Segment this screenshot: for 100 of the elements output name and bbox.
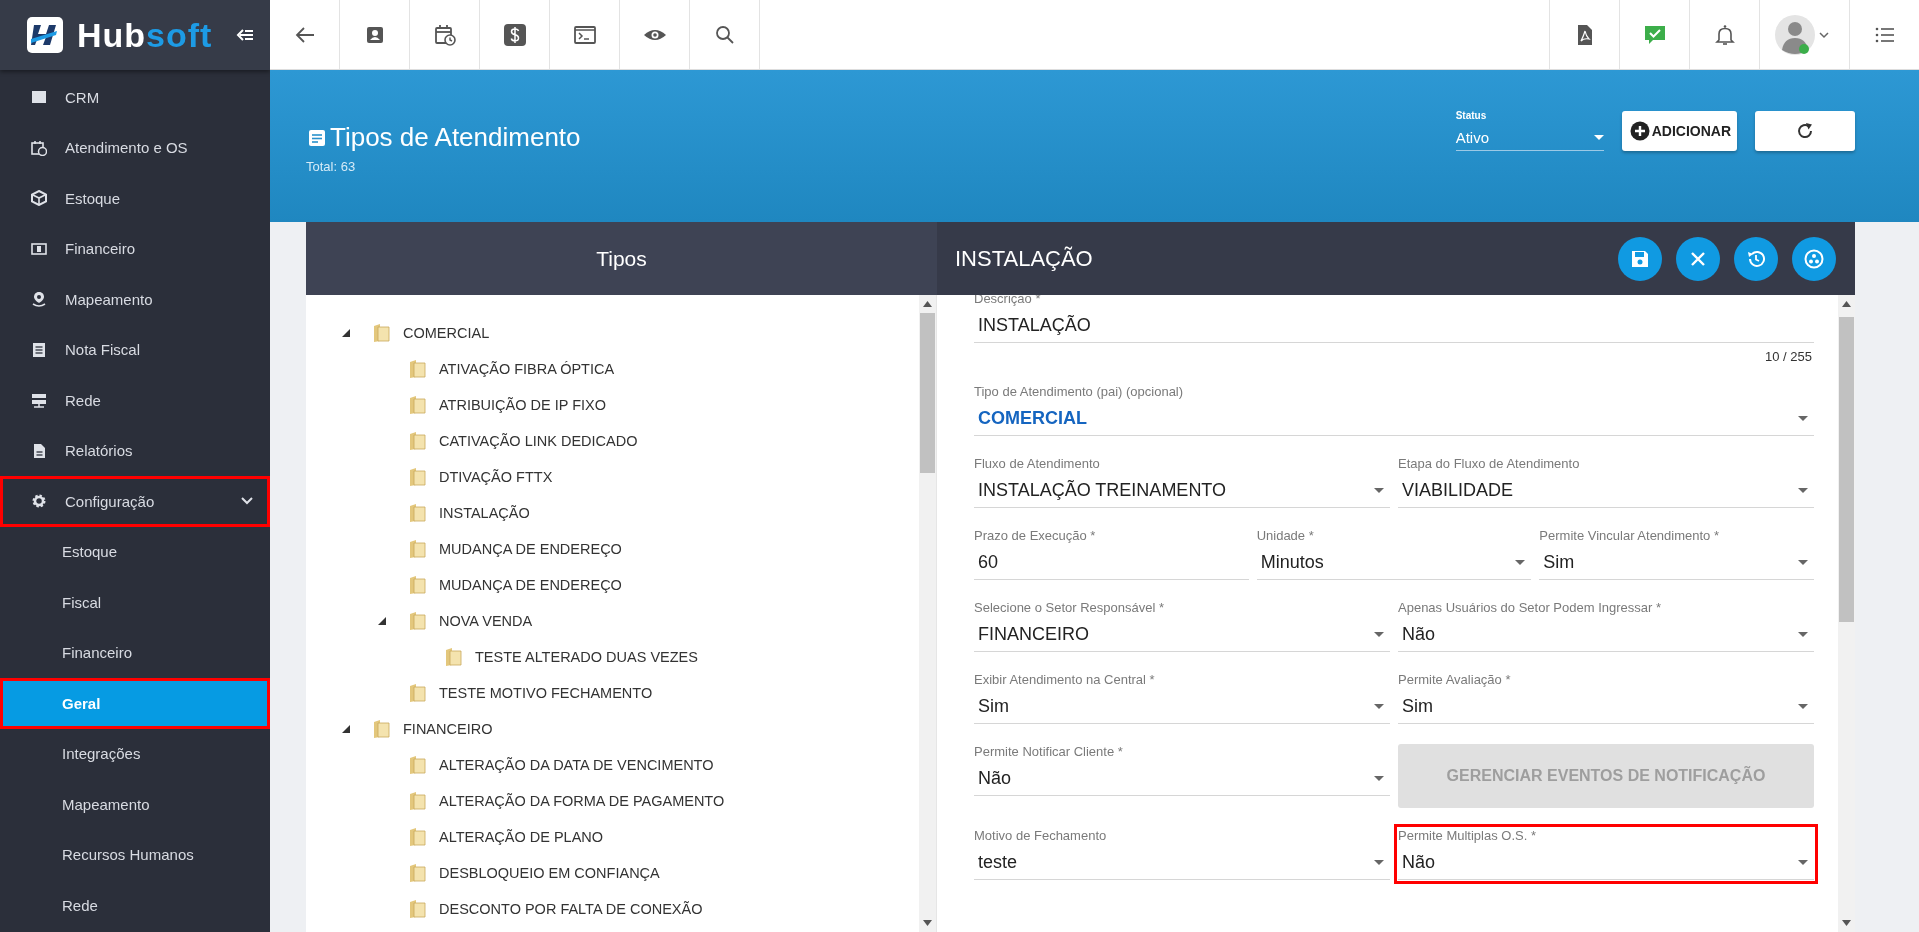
- expand-toggle-icon[interactable]: [340, 723, 352, 735]
- caret-icon: [1374, 776, 1384, 781]
- tree-item[interactable]: TESTE MOTIVO FECHAMENTO: [439, 685, 653, 701]
- expand-toggle-icon[interactable]: [376, 615, 388, 627]
- character-counter: 10 / 255: [1765, 349, 1812, 364]
- field-label: Exibir Atendimento na Central *: [974, 672, 1155, 687]
- tree-item[interactable]: FINANCEIRO: [403, 721, 493, 737]
- select-field[interactable]: INSTALAÇÃO TREINAMENTO: [974, 474, 1390, 508]
- caret-icon: [1374, 860, 1384, 865]
- select-field[interactable]: Minutos: [1256, 546, 1532, 580]
- field-label: Selecione o Setor Responsável *: [974, 600, 1165, 615]
- select-field[interactable]: Sim: [1539, 546, 1814, 580]
- field-label: Apenas Usuários do Setor Podem Ingressar *: [1398, 600, 1662, 615]
- tree-item[interactable]: DESBLOQUEIO EM CONFIANÇA: [439, 865, 660, 881]
- tree-item[interactable]: TESTE ALTERADO DUAS VEZES: [475, 649, 698, 665]
- expand-toggle-icon[interactable]: [340, 327, 352, 339]
- document-icon: [31, 442, 47, 459]
- field-label: Permite Vincular Atendimento *: [1539, 528, 1720, 543]
- scrollbar[interactable]: [1838, 295, 1855, 932]
- tree-item[interactable]: CATIVAÇÃO LINK DEDICADO: [439, 433, 638, 449]
- server-icon: [31, 392, 47, 409]
- scrollbar-thumb[interactable]: [920, 313, 935, 473]
- select-field[interactable]: teste: [974, 846, 1390, 880]
- scrollbar-thumb[interactable]: [1839, 317, 1854, 622]
- tree-item[interactable]: DESCONTO POR FALTA DE CONEXÃO: [439, 901, 703, 917]
- sidebar-item[interactable]: Atendimento e OS: [0, 122, 270, 173]
- select-field[interactable]: Sim: [1398, 690, 1814, 724]
- scroll-up-icon[interactable]: [1842, 301, 1851, 307]
- bell-icon: [1712, 22, 1737, 47]
- total-count: Total: 63: [306, 159, 357, 174]
- settings-icon: [31, 493, 47, 510]
- sidebar-item[interactable]: Configuração: [0, 476, 270, 527]
- record-title: INSTALAÇÃO: [955, 245, 1094, 272]
- input-field[interactable]: INSTALAÇÃO: [974, 309, 1814, 343]
- tree-item[interactable]: ATRIBUIÇÃO DE IP FIXO: [439, 397, 607, 413]
- sidebar-item[interactable]: Estoque: [0, 526, 270, 577]
- field-label: Etapa do Fluxo de Atendimento: [1398, 456, 1580, 471]
- history-button[interactable]: [1734, 236, 1778, 281]
- field-label: Permite Avaliação *: [1398, 672, 1511, 687]
- page-title: Tipos de Atendimento: [330, 122, 581, 153]
- close-button[interactable]: [1676, 236, 1720, 281]
- sidebar-item[interactable]: Nota Fiscal: [0, 324, 270, 375]
- refresh-button[interactable]: [1755, 111, 1855, 151]
- caret-icon: [1374, 704, 1384, 709]
- tree-item[interactable]: ALTERAÇÃO DA FORMA DE PAGAMENTO: [439, 793, 725, 809]
- tree-item[interactable]: INSTALAÇÃO: [439, 505, 530, 521]
- folder-icon: [408, 899, 427, 919]
- input-field[interactable]: 60: [974, 546, 1249, 580]
- scroll-down-icon[interactable]: [923, 920, 932, 926]
- select-field[interactable]: Não: [974, 762, 1390, 796]
- sidebar-item[interactable]: Integrações: [0, 728, 270, 779]
- folder-icon: [372, 323, 391, 343]
- sidebar-item[interactable]: CRM: [0, 72, 270, 123]
- cube-icon: [31, 190, 47, 207]
- tree-item[interactable]: ATIVAÇÃO FIBRA ÓPTICA: [439, 361, 615, 377]
- sidebar-item[interactable]: Rede: [0, 880, 270, 931]
- sidebar-item[interactable]: Relatórios: [0, 425, 270, 476]
- collapse-menu-icon[interactable]: [236, 28, 254, 42]
- sidebar-item[interactable]: Mapeamento: [0, 274, 270, 325]
- select-field[interactable]: VIABILIDADE: [1398, 474, 1814, 508]
- tree-item[interactable]: ALTERAÇÃO DA DATA DE VENCIMENTO: [439, 757, 714, 773]
- folder-icon: [408, 359, 427, 379]
- field-label: Permite Notificar Cliente *: [974, 744, 1123, 759]
- select-field[interactable]: Não: [1398, 618, 1814, 652]
- logo-text: Hubsoft: [77, 15, 213, 55]
- tree-item[interactable]: MUDANÇA DE ENDEREÇO: [439, 577, 622, 593]
- sidebar-item[interactable]: Financeiro: [0, 627, 270, 678]
- sidebar-item[interactable]: Rede: [0, 375, 270, 426]
- select-field[interactable]: Não: [1398, 846, 1814, 880]
- sidebar-item[interactable]: Financeiro: [0, 223, 270, 274]
- tree-item[interactable]: NOVA VENDA: [439, 613, 533, 629]
- tree-item[interactable]: ALTERAÇÃO DE PLANO: [439, 829, 604, 845]
- add-button[interactable]: ADICIONAR: [1621, 111, 1737, 151]
- scroll-up-icon[interactable]: [923, 301, 932, 307]
- folder-icon: [408, 791, 427, 811]
- select-field[interactable]: Sim: [974, 690, 1390, 724]
- tree-item[interactable]: MUDANÇA DE ENDEREÇO: [439, 541, 622, 557]
- options-button[interactable]: [1792, 236, 1836, 281]
- sidebar-item[interactable]: Estoque: [0, 173, 270, 224]
- sidebar-item[interactable]: Mapeamento: [0, 779, 270, 830]
- folder-icon: [408, 503, 427, 523]
- refresh-icon: [1795, 121, 1815, 141]
- scroll-down-icon[interactable]: [1842, 920, 1851, 926]
- status-select[interactable]: Status Ativo: [1455, 110, 1604, 151]
- scrollbar[interactable]: [919, 295, 936, 932]
- sidebar-item[interactable]: Fiscal: [0, 577, 270, 628]
- tree-item[interactable]: COMERCIAL: [403, 325, 490, 341]
- caret-icon: [1798, 488, 1808, 493]
- tree-item[interactable]: DTIVAÇÃO FTTX: [439, 469, 553, 485]
- save-button[interactable]: [1618, 236, 1662, 281]
- sidebar-item[interactable]: Recursos Humanos: [0, 829, 270, 880]
- select-field[interactable]: FINANCEIRO: [974, 618, 1390, 652]
- folder-icon: [408, 611, 427, 631]
- caret-icon: [1374, 632, 1384, 637]
- folder-icon: [408, 575, 427, 595]
- caret-icon: [1798, 704, 1808, 709]
- select-field[interactable]: COMERCIAL: [974, 402, 1814, 436]
- folder-icon: [408, 467, 427, 487]
- field-label: Prazo de Execução *: [974, 528, 1096, 543]
- field-label: Motivo de Fechamento: [974, 828, 1107, 843]
